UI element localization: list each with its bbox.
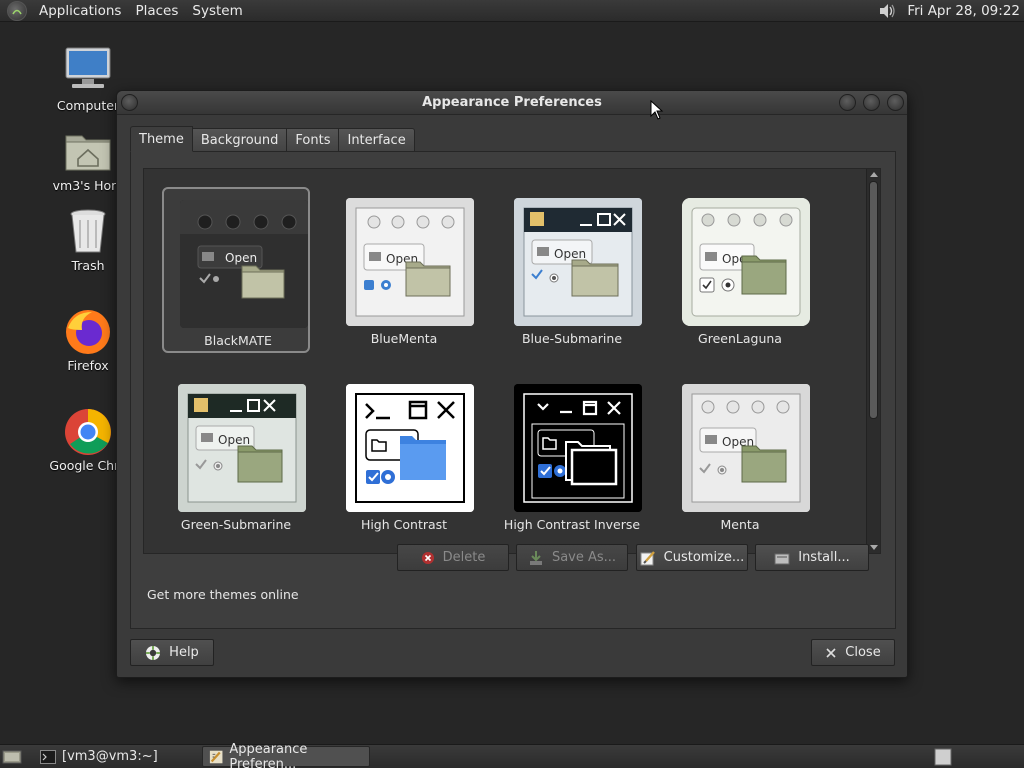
theme-thumbnail: Open xyxy=(180,200,308,328)
theme-item-green-submarine[interactable]: Open Green-Submarine xyxy=(162,373,310,539)
get-more-themes-link[interactable]: Get more themes online xyxy=(147,587,299,602)
menu-applications[interactable]: Applications xyxy=(32,3,128,19)
close-button[interactable]: Close xyxy=(811,639,895,666)
theme-item-bluementa[interactable]: Open BlueMenta xyxy=(330,187,478,353)
customize-button[interactable]: Customize... xyxy=(636,544,748,571)
bottom-panel: [vm3@vm3:~] Appearance Preferen... xyxy=(0,742,1024,768)
window-titlebar[interactable]: Appearance Preferences xyxy=(117,91,907,115)
mate-logo-icon[interactable] xyxy=(7,0,27,21)
delete-icon xyxy=(421,551,434,564)
close-window-button[interactable] xyxy=(887,94,904,111)
theme-list: Open BlackMATE Open BlueMenta Open Blue-… xyxy=(143,168,881,554)
install-button[interactable]: Install... xyxy=(755,544,869,571)
theme-thumbnail xyxy=(514,384,642,512)
theme-thumbnail: Open xyxy=(178,384,306,512)
panel-tray: Fri Apr 28, 09:22 xyxy=(877,0,1024,22)
theme-item-greenlaguna[interactable]: Open GreenLaguna xyxy=(666,187,814,353)
scroll-up-arrow-icon[interactable] xyxy=(870,172,878,177)
help-icon xyxy=(146,645,161,660)
tab-interface[interactable]: Interface xyxy=(339,128,415,152)
scroll-down-arrow-icon[interactable] xyxy=(870,545,878,550)
theme-name: GreenLaguna xyxy=(698,331,782,346)
theme-name: Blue-Submarine xyxy=(521,331,623,346)
theme-name: BlackMATE xyxy=(204,333,272,348)
theme-thumbnail xyxy=(346,384,474,512)
theme-tab-panel: Open BlackMATE Open BlueMenta Open Blue-… xyxy=(130,151,896,629)
terminal-icon xyxy=(40,749,56,764)
theme-thumbnail: Open xyxy=(682,384,810,512)
clock[interactable]: Fri Apr 28, 09:22 xyxy=(907,3,1024,19)
minimize-button[interactable] xyxy=(839,94,856,111)
taskbar-item-appearance[interactable]: Appearance Preferen... xyxy=(202,742,370,768)
close-icon xyxy=(826,647,836,658)
computer-icon xyxy=(65,47,111,88)
tab-bar: Theme Background Fonts Interface xyxy=(130,126,415,152)
theme-item-menta[interactable]: Open Menta xyxy=(666,373,814,539)
window-title: Appearance Preferences xyxy=(422,95,602,110)
tab-fonts[interactable]: Fonts xyxy=(287,128,340,152)
theme-thumbnail: Open xyxy=(346,198,474,326)
appearance-preferences-window: Appearance Preferences Open BlackMATE Op… xyxy=(116,90,908,678)
maximize-button[interactable] xyxy=(863,94,880,111)
thumb-open-label: Open xyxy=(218,433,250,447)
theme-thumbnail: Open xyxy=(514,198,642,326)
show-desktop-icon xyxy=(2,750,22,763)
delete-button[interactable]: Delete xyxy=(397,544,509,571)
theme-thumbnail: Open xyxy=(682,198,810,326)
theme-name: High Contrast xyxy=(360,517,448,532)
menu-system[interactable]: System xyxy=(185,3,249,19)
theme-item-high-contrast[interactable]: High Contrast xyxy=(330,373,478,539)
theme-name: BlueMenta xyxy=(370,331,438,346)
home-folder-icon xyxy=(65,135,111,171)
show-desktop-button[interactable] xyxy=(0,746,24,767)
save-icon xyxy=(529,550,542,565)
workspace-switcher[interactable] xyxy=(934,746,952,767)
thumb-open-label: Open xyxy=(554,247,586,261)
workspace-icon xyxy=(934,748,952,765)
tab-background[interactable]: Background xyxy=(192,128,288,152)
tab-theme[interactable]: Theme xyxy=(130,126,193,152)
theme-name: High Contrast Inverse xyxy=(503,517,641,532)
chrome-icon xyxy=(65,409,111,455)
taskbar-item-terminal[interactable]: [vm3@vm3:~] xyxy=(34,746,164,767)
install-icon xyxy=(774,553,790,564)
top-panel: Applications Places System Fri Apr 28, 0… xyxy=(0,0,1024,22)
theme-name: Menta xyxy=(720,517,760,532)
thumb-open-label: Open xyxy=(225,251,257,265)
menu-places[interactable]: Places xyxy=(128,3,185,19)
scroll-thumb[interactable] xyxy=(869,181,878,419)
window-menu-button[interactable] xyxy=(121,94,138,111)
customize-icon xyxy=(640,550,655,565)
firefox-icon xyxy=(66,310,110,354)
theme-item-blue-submarine[interactable]: Open Blue-Submarine xyxy=(498,187,646,353)
theme-name: Green-Submarine xyxy=(180,517,292,532)
mouse-pointer-icon xyxy=(650,100,664,120)
theme-list-scrollbar[interactable] xyxy=(866,169,880,553)
save-as-button[interactable]: Save As... xyxy=(516,544,628,571)
volume-icon[interactable] xyxy=(877,1,897,21)
theme-item-high-contrast-inverse[interactable]: High Contrast Inverse xyxy=(498,373,646,539)
appearance-icon xyxy=(209,750,223,763)
theme-item-blackmate[interactable]: Open BlackMATE xyxy=(162,187,310,353)
help-button[interactable]: Help xyxy=(130,639,214,666)
trash-icon xyxy=(70,209,106,253)
